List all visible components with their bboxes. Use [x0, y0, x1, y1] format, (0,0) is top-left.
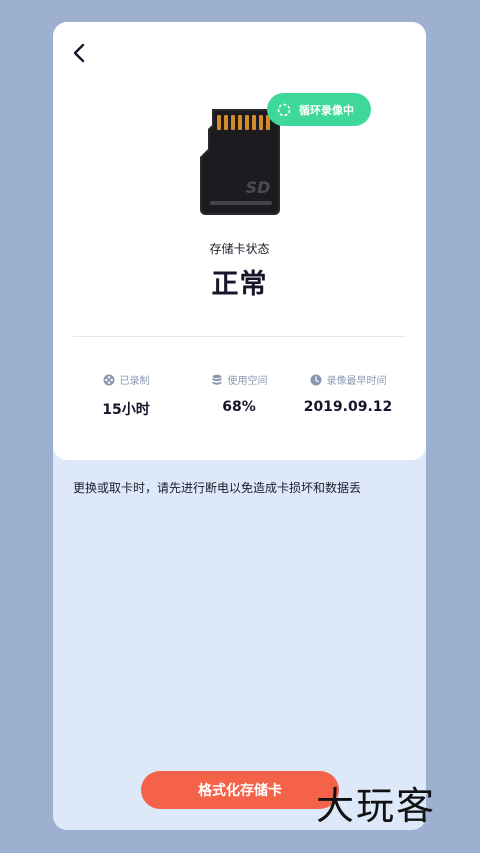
- stat-used-space: 使用空间 68%: [177, 372, 301, 415]
- main-panel: SD 循环录像中 存储卡状态 正常 已录制 15小时 使用空间 68% 录像最早…: [53, 22, 426, 830]
- film-reel-icon: [103, 374, 114, 385]
- stat-label: 使用空间: [227, 376, 268, 387]
- watermark-logo: 大玩客: [316, 784, 437, 828]
- badge-label: 循环录像中: [299, 103, 354, 117]
- divider: [73, 336, 406, 337]
- sd-label: SD: [246, 178, 271, 197]
- status-value: 正常: [211, 269, 268, 300]
- database-icon: [212, 374, 221, 385]
- clock-icon: [310, 374, 321, 385]
- stat-earliest-recording: 录像最早时间 2019.09.12: [286, 372, 410, 415]
- stat-value: 15小时: [102, 402, 150, 418]
- chevron-left-icon: [73, 43, 85, 63]
- format-card-button[interactable]: 格式化存储卡: [141, 771, 339, 809]
- stats-row: 已录制 15小时 使用空间 68% 录像最早时间 2019.09.12: [53, 372, 426, 432]
- notice-text: 更换或取卡时，请先进行断电以免造成卡损坏和数据丢: [73, 481, 362, 495]
- stat-recorded: 已录制 15小时: [64, 372, 188, 419]
- loop-recording-badge: 循环录像中: [267, 93, 371, 126]
- loading-ring-icon: [277, 103, 291, 116]
- sd-card-illustration: SD: [200, 109, 280, 215]
- stat-value: 2019.09.12: [303, 399, 393, 415]
- status-label: 存储卡状态: [209, 242, 270, 256]
- back-button[interactable]: [67, 40, 93, 66]
- stat-label: 录像最早时间: [326, 376, 387, 387]
- stat-label: 已录制: [119, 376, 150, 387]
- stat-value: 68%: [222, 399, 256, 415]
- status-card: SD 循环录像中 存储卡状态 正常 已录制 15小时 使用空间 68% 录像最早…: [53, 22, 426, 460]
